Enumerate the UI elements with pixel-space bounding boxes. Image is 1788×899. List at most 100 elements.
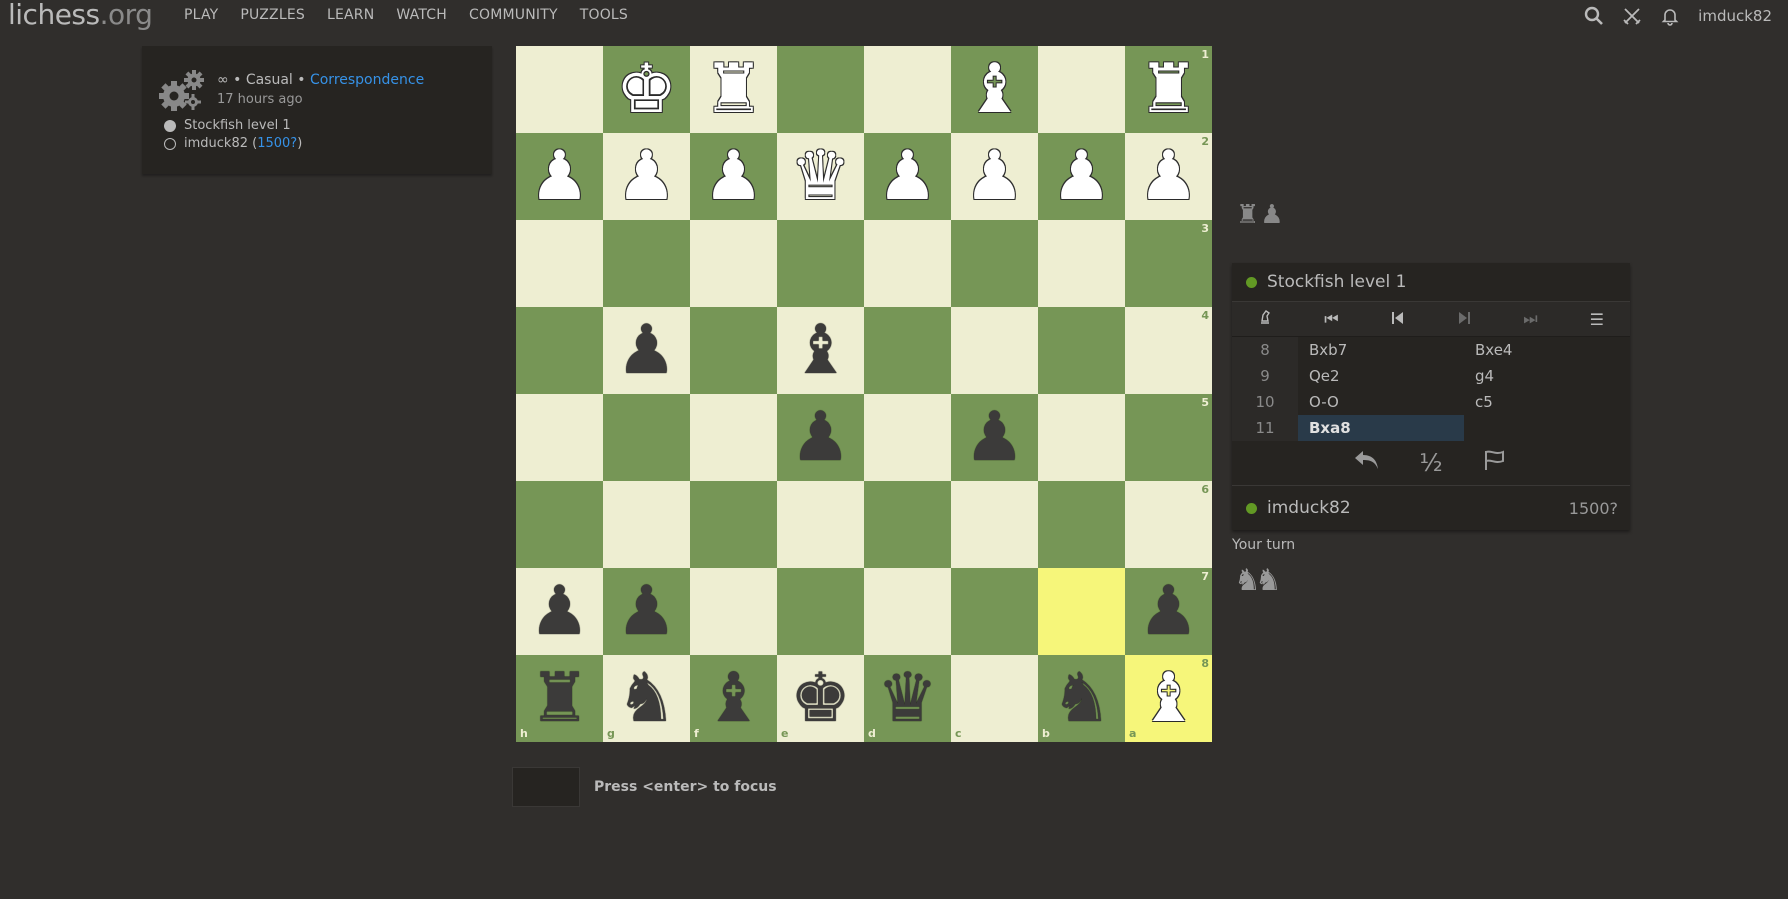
move-black[interactable]: c5	[1464, 389, 1630, 415]
square-h5[interactable]	[516, 394, 603, 481]
swords-icon[interactable]	[1622, 6, 1642, 26]
move-white[interactable]: Bxa8	[1298, 415, 1464, 441]
player-name[interactable]: imduck82	[1267, 498, 1351, 518]
move-black[interactable]: g4	[1464, 363, 1630, 389]
resign-flag-icon[interactable]	[1477, 449, 1513, 477]
black-bishop-icon[interactable]: ♝	[703, 664, 764, 733]
last-move-icon[interactable]: ⏭	[1510, 309, 1550, 329]
white-bishop-icon[interactable]: ♝	[1138, 664, 1199, 733]
chess-board[interactable]: ♚ ♜ ♝ ♜ 1 ♟ ♟ ♟ ♛ ♟ ♟ ♟ ♟ 2 3 ♟ ♝ 4 ♟ ♟ 5 6 ♟ ♟ ♟ 7 ♜ h ♞ g ♝ f ♚ e ♛ d c ♞ b ♝…	[516, 46, 1212, 742]
square-b1[interactable]	[1038, 46, 1125, 133]
square-c3[interactable]	[951, 220, 1038, 307]
square-e6[interactable]	[777, 481, 864, 568]
next-move-icon[interactable]	[1444, 310, 1484, 329]
white-pawn-icon[interactable]: ♟	[1138, 142, 1199, 211]
move-black[interactable]	[1464, 415, 1630, 441]
white-pawn-icon[interactable]: ♟	[616, 142, 677, 211]
black-rook-icon[interactable]: ♜	[529, 664, 590, 733]
square-f5[interactable]	[690, 394, 777, 481]
square-b3[interactable]	[1038, 220, 1125, 307]
square-f7[interactable]	[690, 568, 777, 655]
square-d8[interactable]: ♛ d	[864, 655, 951, 742]
nav-learn[interactable]: LEARN	[327, 7, 374, 23]
square-d4[interactable]	[864, 307, 951, 394]
move-white[interactable]: Bxb7	[1298, 337, 1464, 363]
offer-draw-button[interactable]: ½	[1413, 449, 1449, 477]
black-knight-icon[interactable]: ♞	[616, 664, 677, 733]
correspondence-link[interactable]: Correspondence	[310, 72, 424, 88]
square-c4[interactable]	[951, 307, 1038, 394]
square-g6[interactable]	[603, 481, 690, 568]
black-king-icon[interactable]: ♚	[790, 664, 851, 733]
black-bishop-icon[interactable]: ♝	[790, 316, 851, 385]
square-f3[interactable]	[690, 220, 777, 307]
player-white-name[interactable]: Stockfish level 1	[184, 118, 291, 133]
black-pawn-icon[interactable]: ♟	[529, 577, 590, 646]
first-move-icon[interactable]: ⏮	[1311, 309, 1351, 329]
black-pawn-icon[interactable]: ♟	[616, 577, 677, 646]
white-pawn-icon[interactable]: ♟	[1051, 142, 1112, 211]
square-h8[interactable]: ♜ h	[516, 655, 603, 742]
square-g2[interactable]: ♟	[603, 133, 690, 220]
square-c7[interactable]	[951, 568, 1038, 655]
search-icon[interactable]	[1584, 6, 1604, 26]
square-a7[interactable]: ♟ 7	[1125, 568, 1212, 655]
square-a6[interactable]: 6	[1125, 481, 1212, 568]
white-pawn-icon[interactable]: ♟	[964, 142, 1025, 211]
move-white[interactable]: O-O	[1298, 389, 1464, 415]
square-c8[interactable]: c	[951, 655, 1038, 742]
square-b4[interactable]	[1038, 307, 1125, 394]
square-f1[interactable]: ♜	[690, 46, 777, 133]
square-e7[interactable]	[777, 568, 864, 655]
nav-tools[interactable]: TOOLS	[580, 7, 628, 23]
square-d7[interactable]	[864, 568, 951, 655]
prev-move-icon[interactable]	[1378, 310, 1418, 329]
white-rook-icon[interactable]: ♜	[703, 55, 764, 124]
square-h3[interactable]	[516, 220, 603, 307]
bell-icon[interactable]	[1660, 6, 1680, 26]
square-h4[interactable]	[516, 307, 603, 394]
square-g5[interactable]	[603, 394, 690, 481]
opponent-name[interactable]: Stockfish level 1	[1267, 272, 1406, 292]
square-e2[interactable]: ♛	[777, 133, 864, 220]
square-g4[interactable]: ♟	[603, 307, 690, 394]
black-pawn-icon[interactable]: ♟	[964, 403, 1025, 472]
takeback-icon[interactable]	[1349, 449, 1385, 477]
square-f8[interactable]: ♝ f	[690, 655, 777, 742]
user-menu[interactable]: imduck82	[1698, 7, 1772, 25]
square-e1[interactable]	[777, 46, 864, 133]
square-c2[interactable]: ♟	[951, 133, 1038, 220]
square-d5[interactable]	[864, 394, 951, 481]
player-black-name[interactable]: imduck82 (1500?)	[184, 136, 302, 151]
site-logo[interactable]: lichess.org	[8, 0, 153, 31]
nav-community[interactable]: COMMUNITY	[469, 7, 558, 23]
square-a4[interactable]: 4	[1125, 307, 1212, 394]
square-a3[interactable]: 3	[1125, 220, 1212, 307]
square-e4[interactable]: ♝	[777, 307, 864, 394]
square-h6[interactable]	[516, 481, 603, 568]
square-d2[interactable]: ♟	[864, 133, 951, 220]
square-g3[interactable]	[603, 220, 690, 307]
square-e8[interactable]: ♚ e	[777, 655, 864, 742]
square-e3[interactable]	[777, 220, 864, 307]
square-d6[interactable]	[864, 481, 951, 568]
square-a1[interactable]: ♜ 1	[1125, 46, 1212, 133]
square-a2[interactable]: ♟ 2	[1125, 133, 1212, 220]
square-c5[interactable]: ♟	[951, 394, 1038, 481]
white-bishop-icon[interactable]: ♝	[964, 55, 1025, 124]
square-f2[interactable]: ♟	[690, 133, 777, 220]
nav-play[interactable]: PLAY	[184, 7, 218, 23]
white-pawn-icon[interactable]: ♟	[703, 142, 764, 211]
white-rook-icon[interactable]: ♜	[1138, 55, 1199, 124]
square-a5[interactable]: 5	[1125, 394, 1212, 481]
square-c6[interactable]	[951, 481, 1038, 568]
square-g1[interactable]: ♚	[603, 46, 690, 133]
square-f6[interactable]	[690, 481, 777, 568]
square-c1[interactable]: ♝	[951, 46, 1038, 133]
square-g8[interactable]: ♞ g	[603, 655, 690, 742]
square-g7[interactable]: ♟	[603, 568, 690, 655]
move-white[interactable]: Qe2	[1298, 363, 1464, 389]
square-d1[interactable]	[864, 46, 951, 133]
move-black[interactable]: Bxe4	[1464, 337, 1630, 363]
keyboard-move-input[interactable]	[512, 767, 580, 807]
